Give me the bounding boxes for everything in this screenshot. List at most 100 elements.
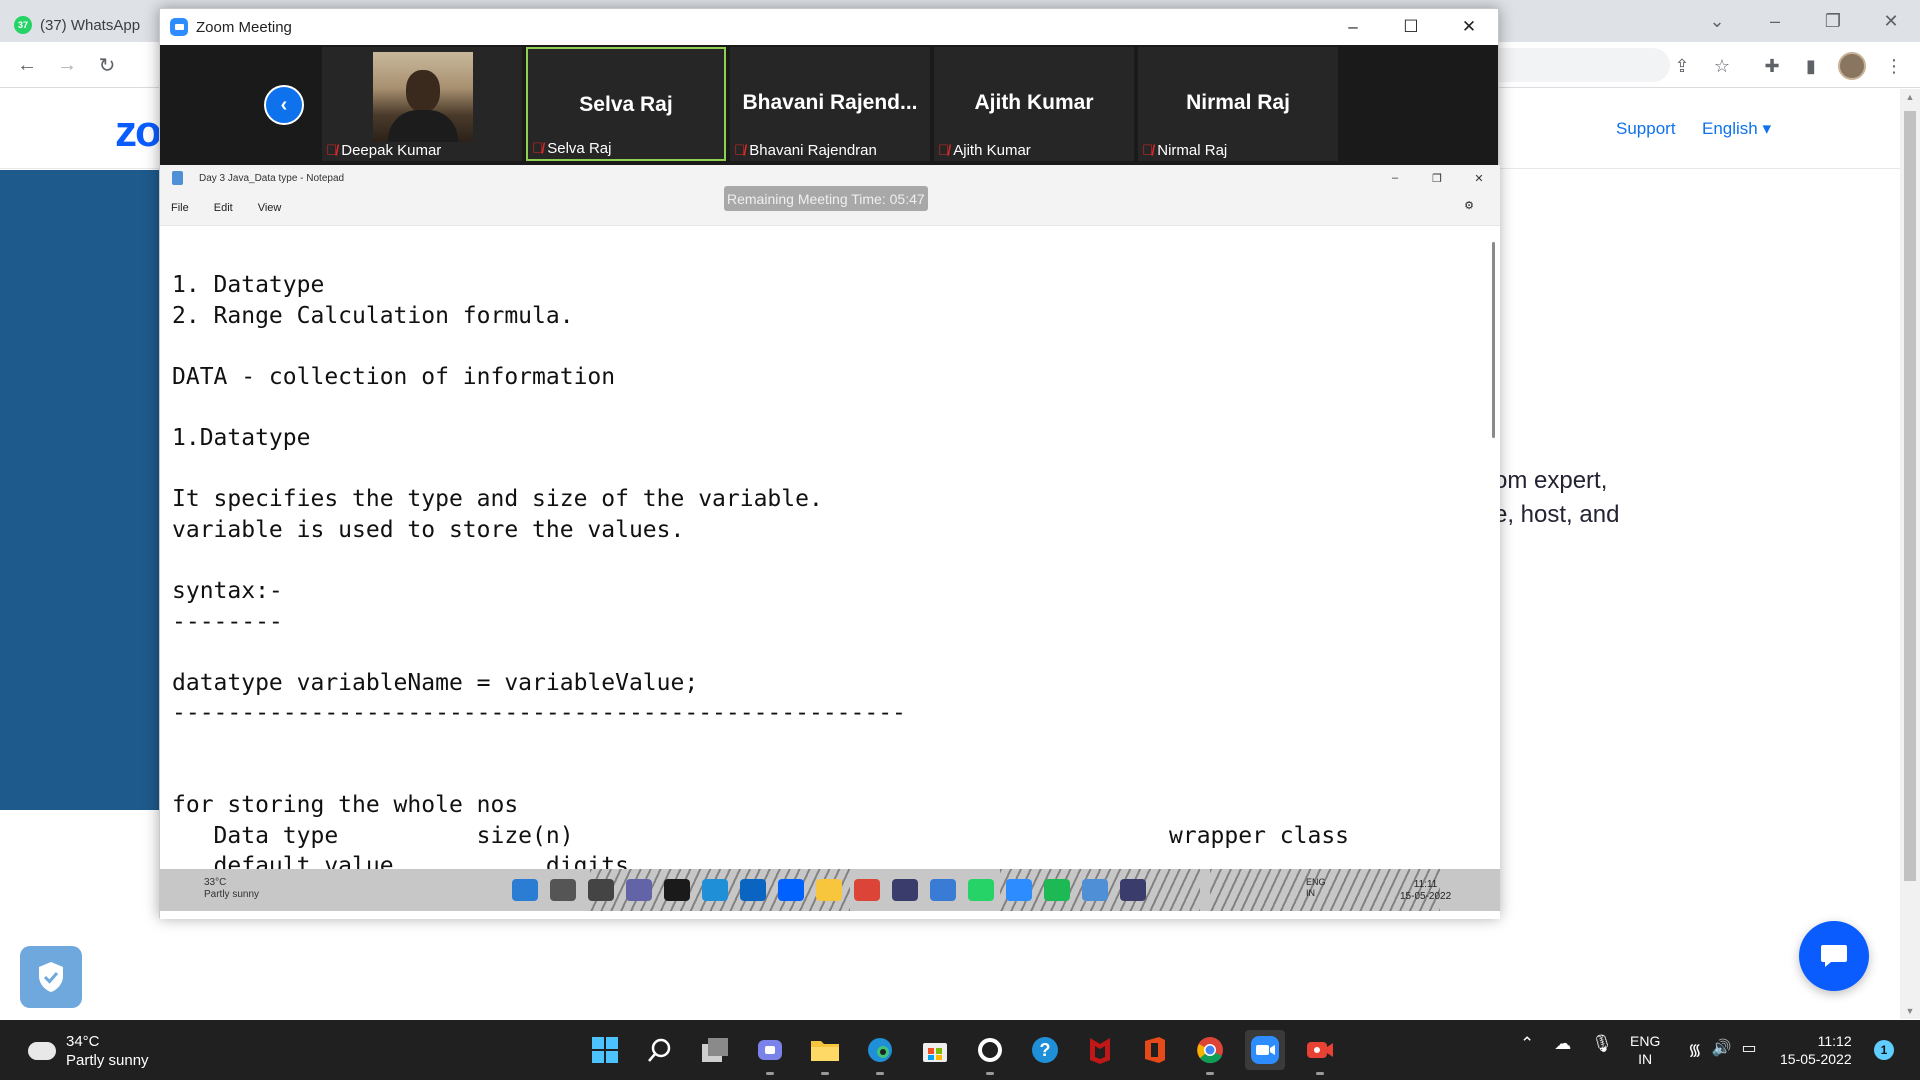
task-view-icon	[588, 879, 614, 901]
input-language[interactable]: ENG IN	[1630, 1032, 1660, 1068]
windows-start-icon[interactable]	[585, 1030, 625, 1070]
teams-chat-icon[interactable]	[750, 1030, 790, 1075]
edge-icon[interactable]	[860, 1030, 900, 1075]
microsoft-store-icon[interactable]	[915, 1030, 955, 1070]
mcafee-icon[interactable]	[1080, 1030, 1120, 1070]
system-tray: ⌃ ☁ 🎙	[1520, 1034, 1613, 1054]
chat-bubble-icon	[1821, 945, 1847, 967]
scroll-down-icon[interactable]: ▼	[1904, 1006, 1916, 1016]
zoom-icon	[1006, 879, 1032, 901]
mic-muted-icon: 🎙̸	[532, 140, 544, 157]
help-icon[interactable]: ?	[1025, 1030, 1065, 1070]
notepad-minimize-button: –	[1391, 172, 1399, 184]
zoom-minimize-button[interactable]: –	[1324, 9, 1382, 45]
participant-tile-active-speaker[interactable]: Selva Raj 🎙̸ Selva Raj	[526, 47, 726, 161]
participant-tile[interactable]: Ajith Kumar 🎙̸ Ajith Kumar	[934, 47, 1134, 161]
address-bar[interactable]	[1490, 48, 1670, 82]
weather-condition: Partly sunny	[66, 1052, 149, 1069]
spotify-icon	[1044, 879, 1070, 901]
participant-video	[373, 52, 473, 142]
browser-menu-icon[interactable]: ⋮	[1880, 52, 1908, 80]
browser-window-controls: ⌄ – ❐ ✕	[1688, 4, 1920, 38]
chrome-icon	[854, 879, 880, 901]
microphone-icon[interactable]: 🎙	[1591, 1034, 1613, 1054]
notepad-icon	[172, 171, 183, 185]
participant-name: Bhavani Rajend...	[742, 91, 918, 114]
weather-temp: 34°C	[66, 1033, 100, 1050]
windows-taskbar: 34°C Partly sunny ? ⌃ ☁ 🎙 ENG IN ᯾ 🔊 ▭ 1…	[0, 1020, 1920, 1080]
task-view-icon[interactable]	[695, 1030, 735, 1070]
partly-sunny-icon	[24, 1036, 56, 1060]
notepad-icon	[1082, 879, 1108, 901]
browser-restore-button[interactable]: ❐	[1804, 4, 1862, 38]
office-icon[interactable]	[1135, 1030, 1175, 1070]
participant-tile[interactable]: Nirmal Raj 🎙̸ Nirmal Raj	[1138, 47, 1338, 161]
menu-file: File	[171, 202, 189, 214]
profile-avatar[interactable]	[1838, 52, 1866, 80]
search-icon[interactable]	[640, 1030, 680, 1070]
zoom-titlebar: Zoom Meeting – ☐ ✕	[160, 9, 1498, 45]
zoom-maximize-button[interactable]: ☐	[1382, 9, 1440, 45]
quick-settings[interactable]: ᯾ 🔊 ▭	[1688, 1038, 1757, 1060]
github-icon[interactable]	[970, 1030, 1010, 1075]
language-selector[interactable]: English ▾	[1702, 119, 1771, 139]
file-explorer-icon	[816, 879, 842, 901]
taskbar-apps: ?	[585, 1030, 1340, 1075]
browser-close-button[interactable]: ✕	[1862, 4, 1920, 38]
page-scrollbar-thumb[interactable]	[1904, 111, 1916, 881]
dropbox-icon	[778, 879, 804, 901]
chrome-icon[interactable]	[1190, 1030, 1230, 1075]
hero-banner	[0, 170, 160, 810]
forward-icon[interactable]: →	[52, 50, 82, 80]
screen-recorder-icon[interactable]	[1300, 1030, 1340, 1075]
search-icon	[550, 879, 576, 901]
pycharm-icon	[664, 879, 690, 901]
bookmark-star-icon[interactable]: ☆	[1708, 52, 1736, 80]
file-explorer-icon[interactable]	[805, 1030, 845, 1075]
mic-muted-icon: 🎙̸	[326, 142, 338, 159]
share-icon[interactable]: ⇪	[1668, 52, 1696, 80]
scroll-up-icon[interactable]: ▲	[1904, 92, 1916, 102]
taskbar-clock[interactable]: 11:12 15-05-2022	[1780, 1032, 1852, 1068]
wifi-icon: ᯾	[1688, 1042, 1702, 1059]
gallery-prev-button[interactable]: ‹	[264, 85, 304, 125]
chevron-up-icon[interactable]: ⌃	[1520, 1034, 1534, 1054]
side-panel-icon[interactable]: ▮	[1797, 52, 1825, 80]
remote-clock: 11:11 15-05-2022	[1400, 879, 1452, 902]
extensions-icon[interactable]: ✚	[1758, 52, 1786, 80]
participant-tile[interactable]: 🎙̸ Deepak Kumar	[322, 47, 522, 161]
weather-widget[interactable]: 34°C Partly sunny	[24, 1032, 149, 1070]
remote-weather: 33°C Partly sunny	[204, 877, 260, 900]
reload-icon[interactable]: ↻	[92, 50, 122, 80]
chat-support-button[interactable]	[1799, 921, 1869, 991]
participant-name: Selva Raj	[579, 93, 673, 116]
teams-icon	[626, 879, 652, 901]
zoom-close-button[interactable]: ✕	[1440, 9, 1498, 45]
browser-tab-whatsapp[interactable]: 37 (37) WhatsApp	[14, 8, 140, 42]
security-shield-icon[interactable]	[20, 946, 82, 1008]
menu-edit: Edit	[213, 202, 233, 214]
participant-name: Ajith Kumar	[974, 91, 1094, 114]
mic-muted-icon: 🎙̸	[734, 142, 746, 159]
onedrive-cloud-icon[interactable]: ☁	[1554, 1034, 1571, 1054]
remote-taskbar-apps	[512, 879, 1146, 901]
back-icon[interactable]: ←	[12, 50, 42, 80]
participant-tile[interactable]: Bhavani Rajend... 🎙̸ Bhavani Rajendran	[730, 47, 930, 161]
zoom-meeting-window: Zoom Meeting – ☐ ✕ ‹ 🎙̸ Deepak Kumar Selv…	[159, 8, 1500, 919]
mail-icon	[740, 879, 766, 901]
remote-taskbar: 33°C Partly sunny ENG IN 11:11 15-05-202…	[160, 869, 1500, 911]
eclipse-icon	[892, 879, 918, 901]
tab-search-icon[interactable]: ⌄	[1688, 4, 1746, 38]
notification-badge[interactable]: 1	[1874, 1040, 1894, 1060]
zoom-logo[interactable]: zo	[115, 107, 162, 157]
browser-minimize-button[interactable]: –	[1746, 4, 1804, 38]
mic-muted-icon: 🎙̸	[1142, 142, 1154, 159]
page-scrollbar[interactable]: ▲ ▼	[1900, 89, 1920, 1019]
support-link[interactable]: Support	[1616, 119, 1676, 139]
zoom-icon[interactable]	[1245, 1030, 1285, 1070]
remaining-meeting-time: Remaining Meeting Time: 05:47	[724, 186, 928, 211]
zoom-app-icon	[170, 18, 188, 36]
notepad-editor: 1. Datatype 2. Range Calculation formula…	[160, 225, 1500, 869]
volume-icon: 🔊	[1711, 1040, 1732, 1057]
eclipse-icon	[1120, 879, 1146, 901]
